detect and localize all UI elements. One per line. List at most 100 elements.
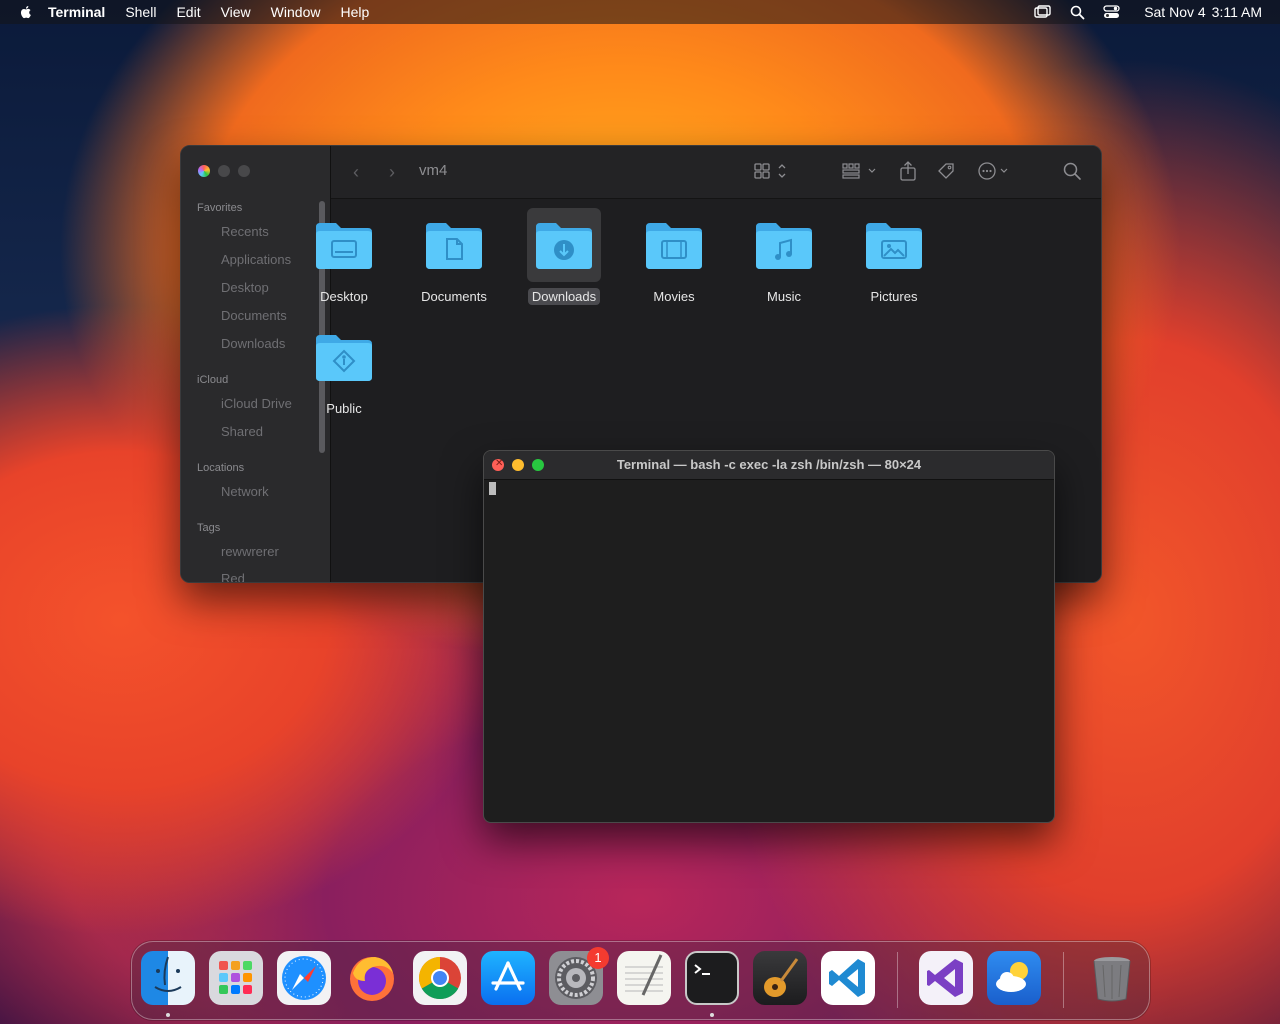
folder-label: Desktop — [320, 289, 368, 304]
dock-garageband[interactable] — [753, 951, 807, 1005]
folder-icon-wrap — [417, 208, 491, 282]
documents-folder-icon — [426, 223, 482, 269]
downloads-folder-icon — [536, 223, 592, 269]
folder-label: Music — [767, 289, 801, 304]
settings-notification-badge: 1 — [587, 947, 609, 969]
terminal-prompt-icon — [694, 964, 710, 975]
desktop-folder-icon — [316, 223, 372, 269]
tag-icon[interactable] — [935, 160, 957, 182]
screen-mirroring-icon[interactable] — [1034, 5, 1052, 19]
sidebar-section-favorites: Favorites — [197, 202, 243, 214]
menu-window[interactable]: Window — [271, 4, 321, 20]
sidebar-section-icloud: iCloud — [197, 374, 229, 386]
menu-app-name[interactable]: Terminal — [48, 4, 105, 20]
folder-icon-wrap — [307, 208, 381, 282]
dock-finder[interactable] — [141, 951, 195, 1005]
folder-label: Downloads — [527, 288, 601, 305]
back-chevron-icon[interactable]: ‹ — [353, 162, 359, 183]
sidebar-item-icloud-drive[interactable]: iCloud Drive — [221, 396, 292, 411]
sidebar-item-network[interactable]: Network — [221, 484, 269, 499]
finder-window-title: vm4 — [419, 162, 448, 179]
sidebar-section-locations: Locations — [197, 462, 245, 474]
folder-desktop[interactable]: Desktop — [294, 208, 394, 306]
music-folder-icon — [756, 223, 812, 269]
folder-icon-wrap — [307, 320, 381, 394]
sidebar-item-documents[interactable]: Documents — [221, 308, 287, 323]
folder-movies[interactable]: Movies — [624, 208, 724, 306]
folder-icon-wrap — [637, 208, 711, 282]
folder-documents[interactable]: Documents — [404, 208, 504, 306]
finder-icon — [154, 956, 182, 992]
menu-help[interactable]: Help — [340, 4, 369, 20]
dock-running-indicator — [166, 1013, 170, 1017]
dock-app-store[interactable] — [481, 951, 535, 1005]
trash-icon — [1093, 957, 1131, 1002]
more-actions-icon[interactable] — [977, 160, 1013, 182]
textedit-icon — [625, 954, 663, 996]
spotlight-search-icon[interactable] — [1070, 5, 1085, 20]
dock-separator — [1063, 952, 1064, 1008]
dock-visual-studio[interactable] — [919, 951, 973, 1005]
sidebar-item-downloads[interactable]: Downloads — [221, 336, 285, 351]
weather-cloud-sun-icon — [996, 962, 1028, 992]
terminal-cursor — [489, 482, 496, 495]
control-center-icon[interactable] — [1103, 5, 1120, 19]
dock-launchpad[interactable] — [209, 951, 263, 1005]
dock-chrome[interactable] — [413, 951, 467, 1005]
sidebar-tag-red[interactable]: Red — [221, 571, 245, 582]
sidebar-item-applications[interactable]: Applications — [221, 252, 291, 267]
finder-minimize-button[interactable] — [218, 165, 230, 177]
chrome-icon — [418, 957, 461, 1000]
folder-icon-wrap — [857, 208, 931, 282]
view-grid-icon[interactable] — [753, 160, 789, 182]
sidebar-tag-rewwrerer[interactable]: rewwrerer — [221, 544, 279, 559]
share-icon[interactable] — [897, 160, 919, 182]
finder-toolbar: ‹ › vm4 — [331, 146, 1101, 199]
menu-clock[interactable]: Sat Nov 4 3:11 AM — [1138, 4, 1262, 20]
folder-label: Movies — [653, 289, 695, 304]
dock-separator — [897, 952, 898, 1008]
movies-folder-icon — [646, 223, 702, 269]
finder-window-controls — [198, 165, 250, 177]
folder-downloads[interactable]: Downloads — [514, 208, 614, 306]
folder-icon-wrap — [747, 208, 821, 282]
menu-shell[interactable]: Shell — [125, 4, 156, 20]
terminal-titlebar[interactable]: ✕ Terminal — bash -c exec -la zsh /bin/z… — [484, 451, 1054, 480]
safari-compass-icon — [282, 956, 326, 1000]
dock-textedit[interactable] — [617, 951, 671, 1005]
launchpad-icon — [219, 961, 252, 994]
dock: 1 — [131, 941, 1150, 1020]
search-icon[interactable] — [1061, 160, 1083, 182]
dock-trash[interactable] — [1085, 951, 1139, 1005]
terminal-title: Terminal — bash -c exec -la zsh /bin/zsh… — [616, 457, 922, 472]
folder-public[interactable]: Public — [294, 320, 394, 418]
forward-chevron-icon[interactable]: › — [389, 162, 395, 183]
menu-time: 3:11 AM — [1211, 4, 1262, 20]
menu-bar: Terminal Shell Edit View Window Help Sat… — [0, 0, 1280, 24]
dock-vscode[interactable] — [821, 951, 875, 1005]
menu-edit[interactable]: Edit — [176, 4, 200, 20]
sidebar-item-desktop[interactable]: Desktop — [221, 280, 269, 295]
terminal-window[interactable]: ✕ Terminal — bash -c exec -la zsh /bin/z… — [483, 450, 1055, 823]
apple-icon[interactable] — [18, 4, 34, 20]
pictures-folder-icon — [866, 223, 922, 269]
finder-close-button[interactable] — [198, 165, 210, 177]
folder-pictures[interactable]: Pictures — [844, 208, 944, 306]
visual-studio-icon — [927, 959, 963, 997]
folder-music[interactable]: Music — [734, 208, 834, 306]
sidebar-item-recents[interactable]: Recents — [221, 224, 269, 239]
sidebar-item-shared[interactable]: Shared — [221, 424, 263, 439]
menu-view[interactable]: View — [221, 4, 251, 20]
dock-firefox[interactable] — [345, 951, 399, 1005]
menu-date: Sat Nov 4 — [1144, 4, 1206, 20]
dock-terminal[interactable] — [685, 951, 739, 1005]
dock-weather[interactable] — [987, 951, 1041, 1005]
dock-running-indicator — [710, 1013, 714, 1017]
group-by-icon[interactable] — [841, 160, 879, 182]
finder-zoom-button[interactable] — [238, 165, 250, 177]
folder-label: Public — [326, 401, 362, 416]
folder-icon-wrap — [527, 208, 601, 282]
dock-safari[interactable] — [277, 951, 331, 1005]
app-store-icon — [491, 961, 525, 991]
folder-label: Documents — [421, 289, 487, 304]
